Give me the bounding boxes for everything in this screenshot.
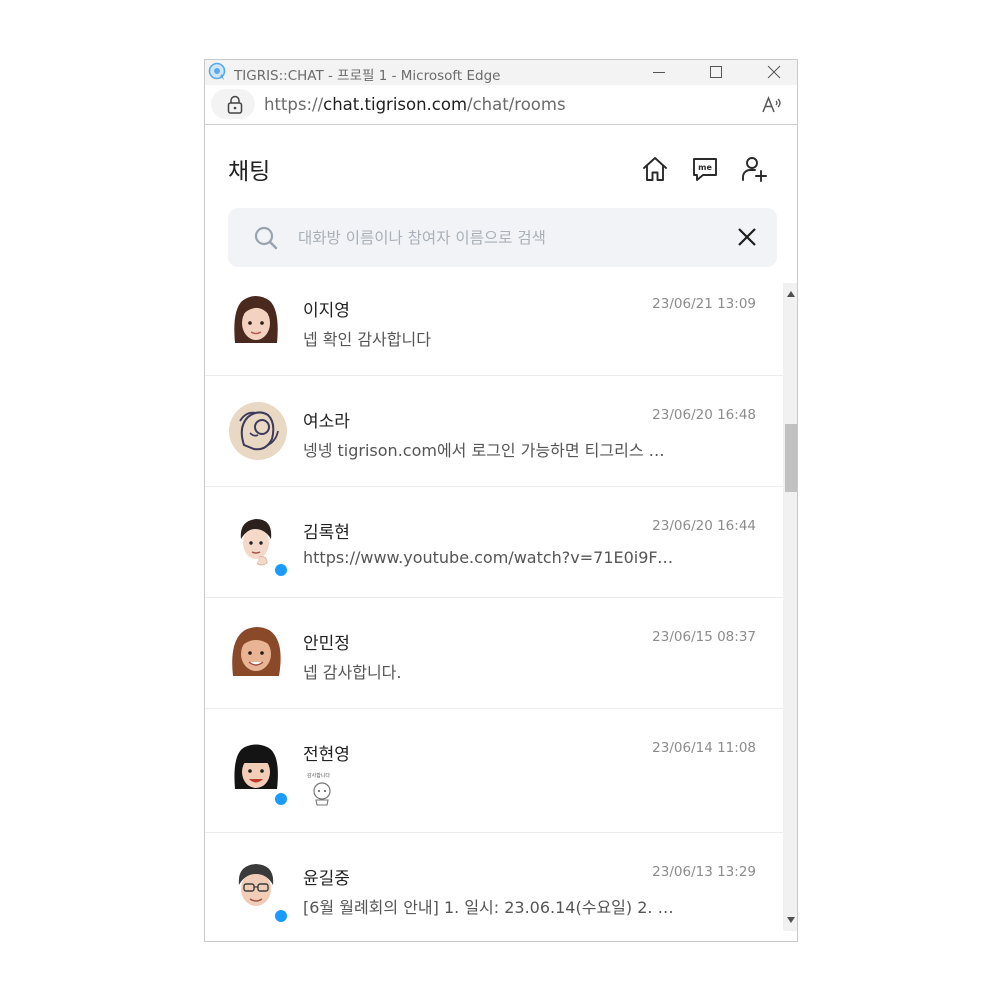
url-host: chat.tigrison.com: [323, 95, 468, 114]
avatar: [238, 864, 274, 906]
room-name: 이지영: [303, 301, 350, 321]
scrollbar-thumb[interactable]: [785, 424, 797, 492]
window-title: TIGRIS::CHAT - 프로필 1 - Microsoft Edge: [234, 68, 501, 84]
avatar: [240, 519, 272, 566]
browser-window: TIGRIS::CHAT - 프로필 1 - Microsoft Edge ht…: [204, 59, 798, 942]
search-box: [228, 208, 777, 267]
last-message: 넵 확인 감사합니다: [303, 330, 431, 349]
room-timestamp: 23/06/14 11:08: [652, 740, 756, 756]
read-aloud-icon[interactable]: [761, 94, 783, 116]
minimize-icon: [653, 72, 665, 73]
chat-room-item[interactable]: 안민정 23/06/15 08:37 넵 감사합니다.: [205, 598, 783, 709]
page-title: 채팅: [228, 159, 271, 185]
minimize-button[interactable]: [639, 60, 679, 85]
last-message: https://www.youtube.com/watch?v=71E0i9Fo…: [303, 548, 675, 567]
home-button[interactable]: [638, 152, 672, 186]
avatar: [234, 296, 278, 343]
room-timestamp: 23/06/20 16:48: [652, 407, 756, 423]
room-name: 안민정: [303, 634, 350, 654]
room-name: 윤길중: [303, 869, 350, 889]
room-timestamp: 23/06/15 08:37: [652, 629, 756, 645]
tigris-chat-app-icon: [208, 62, 226, 80]
close-icon: [767, 65, 781, 79]
online-status-dot: [273, 562, 289, 578]
last-message: 넹넹 tigrison.com에서 로그인 가능하면 티그리스 앱…: [303, 441, 675, 460]
sticker-caption: 감사합니다: [307, 773, 331, 779]
chat-room-item[interactable]: 윤길중 23/06/13 13:29 [6월 월례회의 안내] 1. 일시: 2…: [205, 833, 783, 941]
room-list-scrollbar[interactable]: [783, 283, 797, 931]
title-bar: TIGRIS::CHAT - 프로필 1 - Microsoft Edge: [205, 60, 797, 85]
maximize-icon: [710, 66, 722, 78]
avatar: [234, 744, 278, 789]
chat-room-item[interactable]: 전현영 23/06/14 11:08 감사합니다: [205, 709, 783, 833]
chat-header: 채팅 me: [205, 125, 797, 205]
avatar: [229, 402, 287, 460]
lock-icon: [227, 95, 243, 114]
room-name: 김록현: [303, 523, 350, 543]
chat-room-list: 이지영 23/06/21 13:09 넵 확인 감사합니다 여소라 23/06/…: [205, 283, 783, 941]
scroll-down-arrow-icon[interactable]: [787, 917, 795, 923]
room-timestamp: 23/06/21 13:09: [652, 296, 756, 312]
scroll-up-arrow-icon[interactable]: [787, 291, 795, 297]
add-user-button[interactable]: [738, 152, 772, 186]
room-name: 여소라: [303, 412, 350, 432]
my-chat-button[interactable]: me: [688, 152, 722, 186]
sticker-message: 감사합니다: [305, 772, 341, 808]
room-name: 전현영: [303, 745, 350, 765]
me-chat-icon: me: [693, 158, 717, 181]
home-icon: [643, 157, 667, 181]
last-message: 넵 감사합니다.: [303, 663, 402, 682]
room-timestamp: 23/06/13 13:29: [652, 864, 756, 880]
svg-text:me: me: [698, 163, 712, 172]
last-message: [6월 월례회의 안내] 1. 일시: 23.06.14(수요일) 2. 시…: [303, 898, 675, 917]
url-scheme: https://: [264, 95, 324, 114]
url-field[interactable]: https://chat.tigrison.com/chat/rooms: [264, 95, 566, 114]
add-user-icon: [742, 157, 767, 182]
online-status-dot: [273, 908, 289, 924]
sticker-image: [313, 782, 331, 806]
maximize-button[interactable]: [696, 60, 736, 85]
clear-search-icon[interactable]: [735, 225, 759, 249]
room-timestamp: 23/06/20 16:44: [652, 518, 756, 534]
search-input[interactable]: [296, 222, 720, 254]
close-window-button[interactable]: [754, 60, 794, 85]
search-icon: [254, 226, 278, 250]
online-status-dot: [273, 791, 289, 807]
chat-room-item[interactable]: 여소라 23/06/20 16:48 넹넹 tigrison.com에서 로그인…: [205, 376, 783, 487]
avatar: [232, 627, 281, 676]
address-bar: https://chat.tigrison.com/chat/rooms: [205, 85, 797, 125]
chat-room-item[interactable]: 이지영 23/06/21 13:09 넵 확인 감사합니다: [205, 283, 783, 376]
url-path: /chat/rooms: [467, 95, 566, 114]
chat-room-item[interactable]: 김록현 23/06/20 16:44 https://www.youtube.c…: [205, 487, 783, 598]
